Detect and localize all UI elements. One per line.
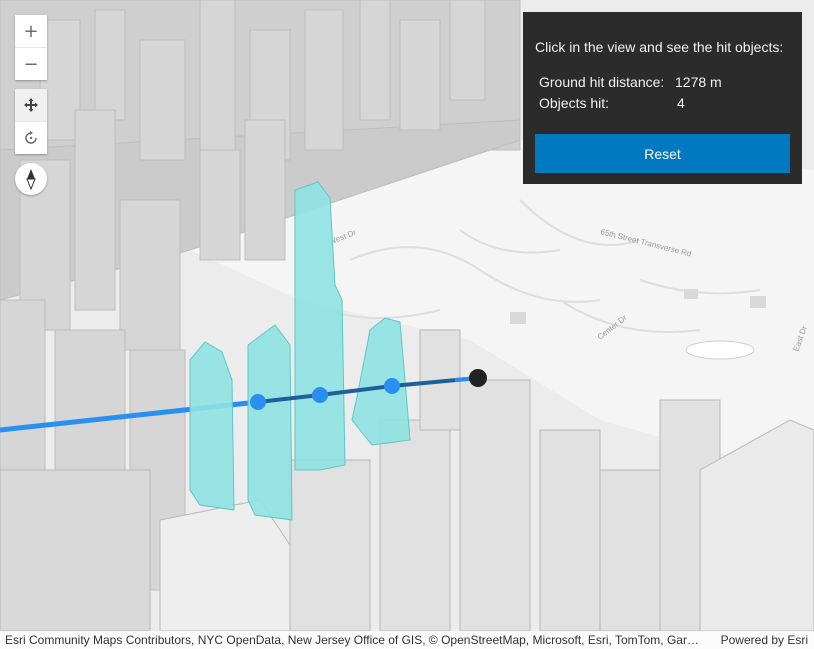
objects-hit-row: Objects hit: 4	[539, 92, 790, 113]
zoom-in-button[interactable]: +	[15, 15, 47, 47]
park-building	[750, 296, 766, 308]
ground-hit-row: Ground hit distance: 1278 m	[539, 71, 790, 92]
attribution-bar[interactable]: Esri Community Maps Contributors, NYC Op…	[0, 631, 814, 649]
attribution-text[interactable]: Esri Community Maps Contributors, NYC Op…	[5, 633, 705, 647]
panel-title: Click in the view and see the hit object…	[535, 39, 784, 55]
zoom-controls: + −	[15, 15, 47, 80]
park-building	[510, 312, 526, 324]
compass-button[interactable]	[15, 163, 47, 195]
pan-button[interactable]	[15, 89, 47, 121]
hit-point-marker	[250, 394, 266, 410]
ground-hit-marker	[469, 369, 487, 387]
hit-point-marker	[384, 378, 400, 394]
ground-hit-value: 1278 m	[675, 73, 722, 90]
park-pond	[685, 340, 755, 360]
objects-hit-label: Objects hit:	[539, 94, 610, 111]
zoom-out-icon: −	[23, 53, 39, 75]
objects-hit-value: 4	[677, 94, 685, 111]
rotate-button[interactable]	[15, 121, 47, 154]
compass-icon	[26, 169, 36, 190]
ground-hit-label: Ground hit distance:	[539, 73, 665, 90]
zoom-in-icon: +	[23, 20, 39, 42]
powered-by-esri[interactable]: Powered by Esri	[721, 633, 808, 647]
zoom-out-button[interactable]: −	[15, 47, 47, 80]
rotate-icon	[25, 131, 37, 144]
reset-button[interactable]: Reset	[535, 134, 790, 173]
pan-icon	[24, 98, 38, 112]
hit-point-marker	[312, 387, 328, 403]
navigation-toggle	[15, 89, 47, 154]
park-building	[684, 289, 698, 299]
hit-test-panel: Click in the view and see the hit object…	[523, 12, 802, 184]
